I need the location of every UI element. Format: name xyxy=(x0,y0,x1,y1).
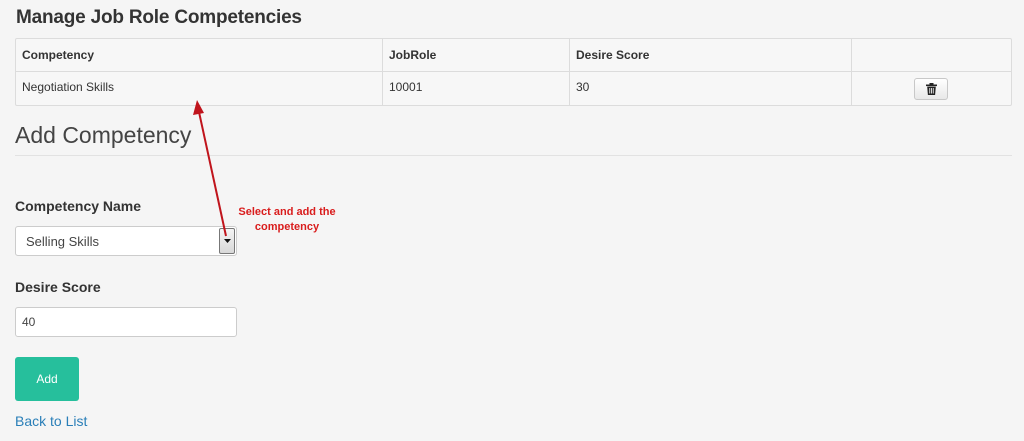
add-button[interactable]: Add xyxy=(15,357,79,401)
column-header-jobrole[interactable]: JobRole xyxy=(382,39,569,71)
section-divider xyxy=(15,155,1012,156)
column-header-actions xyxy=(851,39,1011,71)
page-title: Manage Job Role Competencies xyxy=(16,7,302,28)
column-header-competency[interactable]: Competency xyxy=(16,39,382,71)
page: Manage Job Role Competencies Competency … xyxy=(0,0,1024,441)
desire-score-label: Desire Score xyxy=(15,279,101,295)
table-header-row: Competency JobRole Desire Score xyxy=(16,39,1011,72)
cell-jobrole: 10001 xyxy=(382,71,569,105)
competency-select[interactable]: Selling Skills xyxy=(15,226,237,256)
annotation-callout: Select and add the competency xyxy=(222,205,352,235)
cell-competency: Negotiation Skills xyxy=(22,80,115,94)
cell-desire-score: 30 xyxy=(569,71,851,105)
table-row: Negotiation Skills 10001 30 xyxy=(16,71,1011,105)
section-title: Add Competency xyxy=(15,122,192,148)
back-to-list-link[interactable]: Back to List xyxy=(15,413,87,429)
competency-table: Competency JobRole Desire Score Negotiat… xyxy=(15,38,1012,106)
desire-score-input[interactable] xyxy=(15,307,237,337)
trash-icon xyxy=(925,83,937,95)
competency-name-label: Competency Name xyxy=(15,198,142,214)
annotation-line-1: Select and add the xyxy=(238,206,336,218)
annotation-line-2: competency xyxy=(254,221,320,233)
delete-button[interactable] xyxy=(914,78,948,100)
competency-select-value: Selling Skills xyxy=(26,234,99,249)
column-header-desire-score[interactable]: Desire Score xyxy=(569,39,851,71)
